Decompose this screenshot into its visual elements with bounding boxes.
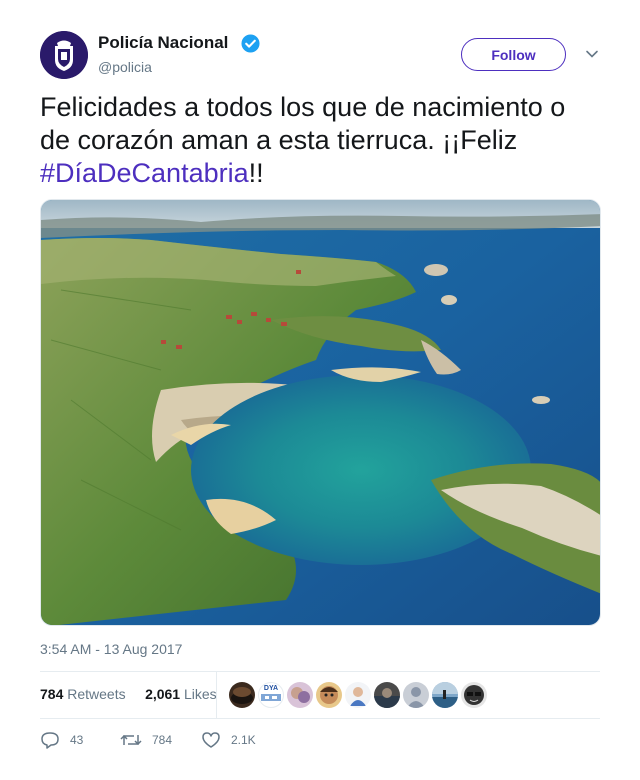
like-action[interactable]: 2.1K [201, 731, 256, 749]
heart-icon [202, 732, 220, 748]
tweet-photo[interactable] [40, 199, 601, 626]
stats-separator [216, 672, 217, 718]
account-avatar[interactable] [40, 31, 88, 79]
liker-avatar[interactable] [374, 682, 400, 708]
verified-badge-icon [241, 34, 260, 53]
liker-avatar[interactable] [345, 682, 371, 708]
liker-avatar-dya[interactable]: DYA [258, 682, 284, 708]
retweet-action[interactable]: 784 [120, 731, 172, 749]
reply-count: 43 [70, 733, 84, 747]
coastline-photo [41, 200, 600, 625]
tweet-timestamp[interactable]: 3:54 AM - 13 Aug 2017 [40, 641, 182, 657]
like-count: 2.1K [231, 733, 256, 747]
retweet-icon [120, 734, 142, 746]
divider-bottom [40, 718, 600, 719]
tweet-text-body: Felicidades a todos los que de nacimient… [40, 92, 566, 155]
liker-avatar-default[interactable] [403, 682, 429, 708]
likes-stat[interactable]: 2,061 Likes [145, 686, 217, 702]
retweets-stat[interactable]: 784 Retweets [40, 686, 126, 702]
display-name[interactable]: Policía Nacional [98, 33, 228, 53]
dya-badge-text: DYA [263, 685, 279, 692]
account-handle[interactable]: @policia [98, 59, 152, 75]
retweet-count: 784 [152, 733, 173, 747]
policia-emblem-icon [40, 31, 88, 79]
liker-avatar[interactable] [287, 682, 313, 708]
liker-avatar[interactable] [229, 682, 255, 708]
hashtag-link[interactable]: #DíaDeCantabria [40, 158, 249, 188]
tweet-text-end: !! [248, 158, 264, 188]
retweets-count: 784 [40, 686, 64, 702]
reply-action[interactable]: 43 [40, 731, 83, 749]
chevron-down-icon[interactable] [584, 46, 600, 62]
likes-count: 2,061 [145, 686, 181, 702]
engagement-stats: 784 Retweets 2,061 Likes [40, 686, 217, 702]
follow-button[interactable]: Follow [461, 38, 566, 71]
retweets-label: Retweets [67, 686, 126, 702]
liker-avatar[interactable] [432, 682, 458, 708]
liker-avatar[interactable] [461, 682, 487, 708]
reply-icon [41, 732, 59, 749]
tweet-text: Felicidades a todos los que de nacimient… [40, 91, 600, 190]
likes-label: Likes [184, 686, 217, 702]
liker-avatar[interactable] [316, 682, 342, 708]
divider-top [40, 671, 600, 672]
